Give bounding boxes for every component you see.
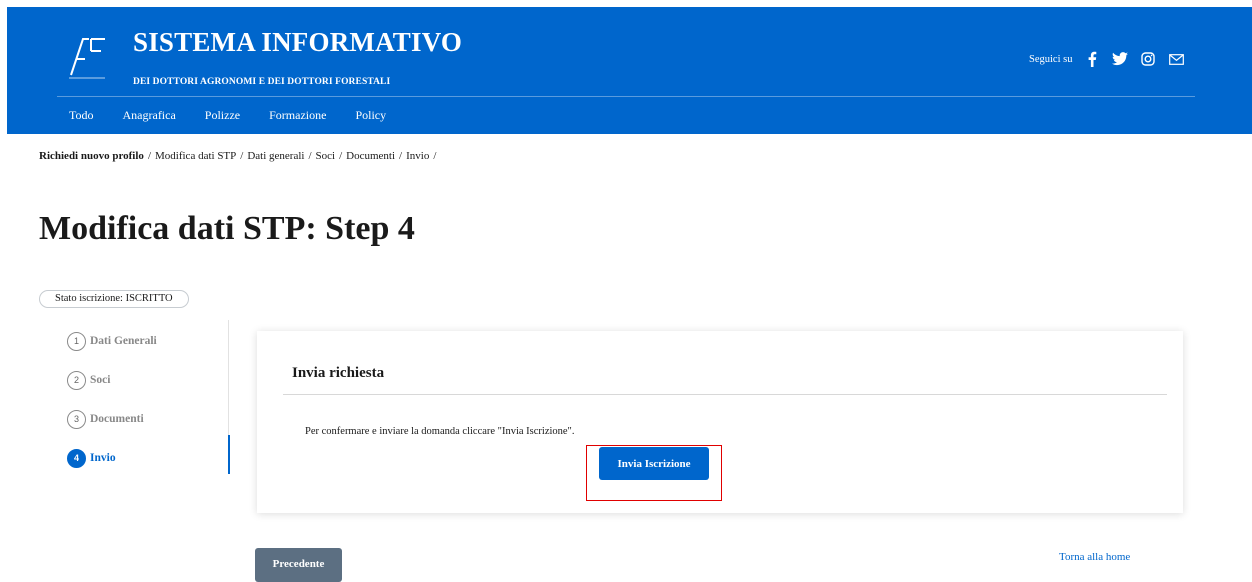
step-dati-generali[interactable]: 1 Dati Generali bbox=[67, 331, 157, 351]
breadcrumb-separator: / bbox=[308, 150, 312, 162]
facebook-icon[interactable] bbox=[1084, 51, 1100, 67]
breadcrumb-item[interactable]: Dati generali bbox=[247, 150, 304, 162]
twitter-icon[interactable] bbox=[1112, 51, 1129, 67]
instagram-icon[interactable] bbox=[1140, 51, 1156, 67]
step-number: 4 bbox=[67, 448, 86, 468]
breadcrumb-separator: / bbox=[147, 150, 151, 162]
mail-icon[interactable] bbox=[1168, 51, 1184, 67]
submit-enrollment-button[interactable]: Invia Iscrizione bbox=[599, 447, 709, 480]
nav-item-formazione[interactable]: Formazione bbox=[269, 108, 326, 123]
breadcrumb-separator: / bbox=[433, 150, 437, 162]
logo-icon bbox=[69, 38, 105, 79]
header-divider bbox=[57, 96, 1195, 97]
step-list: 1 Dati Generali 2 Soci 3 Documenti 4 Inv… bbox=[67, 331, 157, 487]
breadcrumb-item[interactable]: Richiedi nuovo profilo bbox=[39, 150, 144, 162]
nav-item-polizze[interactable]: Polizze bbox=[205, 108, 240, 123]
site-title: SISTEMA INFORMATIVO bbox=[133, 27, 463, 57]
nav-item-todo[interactable]: Todo bbox=[69, 108, 94, 123]
breadcrumb-item[interactable]: Invio bbox=[406, 150, 429, 162]
breadcrumb-item[interactable]: Soci bbox=[316, 150, 336, 162]
card-instructions: Per confermare e inviare la domanda clic… bbox=[305, 425, 575, 437]
page-title: Modifica dati STP: Step 4 bbox=[39, 210, 415, 247]
step-soci[interactable]: 2 Soci bbox=[67, 370, 157, 390]
step-label: Invio bbox=[90, 452, 116, 464]
site-header: SISTEMA INFORMATIVO DEI DOTTORI AGRONOMI… bbox=[7, 7, 1252, 134]
step-label: Dati Generali bbox=[90, 335, 157, 347]
step-label: Soci bbox=[90, 374, 111, 386]
step-number: 2 bbox=[67, 370, 86, 390]
breadcrumb-item[interactable]: Documenti bbox=[346, 150, 395, 162]
step-label: Documenti bbox=[90, 413, 144, 425]
card-title: Invia richiesta bbox=[292, 365, 385, 381]
step-number: 3 bbox=[67, 409, 86, 429]
social-links: Seguici su bbox=[1029, 51, 1196, 67]
previous-button[interactable]: Precedente bbox=[255, 548, 342, 582]
breadcrumb: Richiedi nuovo profilo / Modifica dati STP… bbox=[39, 150, 440, 162]
step-invio[interactable]: 4 Invio bbox=[67, 448, 157, 468]
nav-item-policy[interactable]: Policy bbox=[355, 108, 386, 123]
breadcrumb-item[interactable]: Modifica dati STP bbox=[155, 150, 236, 162]
nav-item-anagrafica[interactable]: Anagrafica bbox=[123, 108, 176, 123]
active-step-indicator bbox=[228, 435, 230, 474]
home-link[interactable]: Torna alla home bbox=[1059, 551, 1130, 563]
card-divider bbox=[283, 394, 1167, 395]
site-subtitle: DEI DOTTORI AGRONOMI E DEI DOTTORI FORES… bbox=[133, 77, 391, 87]
breadcrumb-separator: / bbox=[339, 150, 343, 162]
breadcrumb-separator: / bbox=[240, 150, 244, 162]
status-badge: Stato iscrizione: ISCRITTO bbox=[39, 290, 189, 308]
step-documenti[interactable]: 3 Documenti bbox=[67, 409, 157, 429]
submit-card: Invia richiesta Per confermare e inviare… bbox=[257, 331, 1183, 513]
main-nav: Todo Anagrafica Polizze Formazione Polic… bbox=[69, 108, 415, 123]
step-number: 1 bbox=[67, 331, 86, 351]
follow-label: Seguici su bbox=[1029, 53, 1073, 65]
breadcrumb-separator: / bbox=[399, 150, 403, 162]
steps-divider bbox=[228, 320, 229, 435]
